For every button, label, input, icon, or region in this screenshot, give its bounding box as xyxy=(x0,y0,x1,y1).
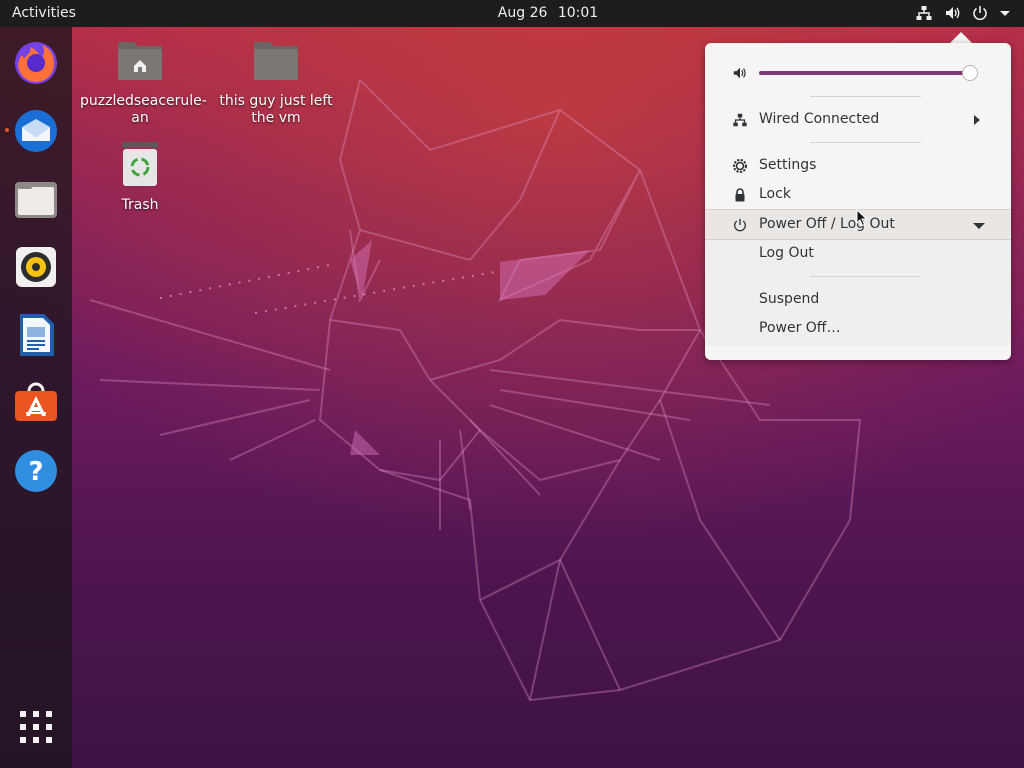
dropdown-arrow-icon[interactable] xyxy=(996,4,1014,22)
system-menu: Wired Connected Settings Lock Power Off … xyxy=(705,43,1011,360)
menu-item-label: Suspend xyxy=(759,291,820,307)
menu-pointer xyxy=(950,32,972,43)
menu-separator xyxy=(810,142,921,143)
power-icon[interactable] xyxy=(971,4,989,22)
desktop-icon-trash[interactable]: Trash xyxy=(80,140,200,214)
desktop-icon-home[interactable]: puzzledseacerule-an xyxy=(80,36,207,127)
desktop-icon-label: Trash xyxy=(121,197,159,213)
help-icon[interactable]: ? xyxy=(12,447,60,495)
menu-item-label: Settings xyxy=(759,157,817,173)
thunderbird-icon[interactable] xyxy=(12,107,60,155)
desktop-icon-folder[interactable]: this guy just left the vm xyxy=(216,36,336,127)
menu-item-label: Log Out xyxy=(759,245,814,261)
menu-separator xyxy=(810,96,921,97)
menu-item-wired[interactable]: Wired Connected xyxy=(705,105,1011,134)
menu-separator xyxy=(810,276,921,277)
menu-item-lock[interactable]: Lock xyxy=(705,180,1011,209)
clock-date: Aug 26 xyxy=(497,5,548,21)
clock-time: 10:01 xyxy=(557,5,599,21)
show-applications-icon[interactable] xyxy=(18,709,54,745)
chevron-down-icon xyxy=(973,223,985,229)
menu-item-logout[interactable]: Log Out xyxy=(705,239,1011,268)
menu-item-label: Lock xyxy=(759,186,791,202)
desktop-icon-label: this guy just left the vm xyxy=(219,93,333,126)
trash-icon xyxy=(122,142,158,186)
svg-text:?: ? xyxy=(28,457,43,487)
chevron-right-icon xyxy=(974,115,980,125)
mouse-cursor xyxy=(856,209,868,227)
running-indicator xyxy=(5,128,9,132)
volume-slider-handle[interactable] xyxy=(962,65,979,81)
menu-item-settings[interactable]: Settings xyxy=(705,151,1011,180)
desktop-icon-label: puzzledseacerule-an xyxy=(80,93,207,126)
clock[interactable]: Aug 26 10:01 xyxy=(0,5,1024,21)
dock: ? xyxy=(0,27,72,768)
menu-item-suspend[interactable]: Suspend xyxy=(705,285,1011,314)
home-folder-icon xyxy=(118,42,162,80)
volume-icon xyxy=(733,67,746,79)
menu-item-label: Wired Connected xyxy=(759,111,880,127)
files-icon[interactable] xyxy=(12,175,60,223)
menu-item-label: Power Off / Log Out xyxy=(759,216,895,232)
libreoffice-writer-icon[interactable] xyxy=(12,311,60,359)
power-icon xyxy=(734,218,746,232)
ubuntu-software-icon[interactable] xyxy=(12,379,60,427)
network-icon[interactable] xyxy=(915,4,933,22)
gear-icon xyxy=(733,159,747,173)
top-panel: Activities Aug 26 10:01 xyxy=(0,0,1024,27)
network-icon xyxy=(733,113,747,127)
volume-icon[interactable] xyxy=(944,4,962,22)
volume-slider[interactable] xyxy=(759,71,977,75)
rhythmbox-icon[interactable] xyxy=(12,243,60,291)
firefox-icon[interactable] xyxy=(12,39,60,87)
menu-item-label: Power Off… xyxy=(759,320,841,336)
menu-item-poweroff[interactable]: Power Off… xyxy=(705,314,1011,343)
lock-icon xyxy=(735,188,745,202)
folder-icon xyxy=(254,42,298,80)
